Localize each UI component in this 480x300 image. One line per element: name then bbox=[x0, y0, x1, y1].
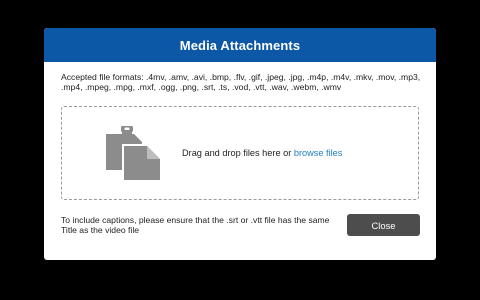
dialog-title: Media Attachments bbox=[179, 37, 301, 53]
media-attachments-dialog: Media Attachments Accepted file formats:… bbox=[44, 28, 436, 260]
dialog-header: Media Attachments bbox=[44, 28, 436, 62]
close-button[interactable]: Close bbox=[347, 214, 420, 236]
accepted-formats-text: Accepted file formats: .4mv, .amv, .avi,… bbox=[61, 72, 421, 92]
browse-files-link[interactable]: browse files bbox=[294, 148, 343, 158]
files-icon bbox=[106, 126, 162, 182]
captions-note: To include captions, please ensure that … bbox=[61, 215, 330, 235]
dropzone-text: Drag and drop files here or bbox=[182, 148, 294, 158]
file-dropzone[interactable]: Drag and drop files here or browse files bbox=[61, 106, 419, 200]
dropzone-instructions: Drag and drop files here or browse files bbox=[182, 148, 342, 158]
